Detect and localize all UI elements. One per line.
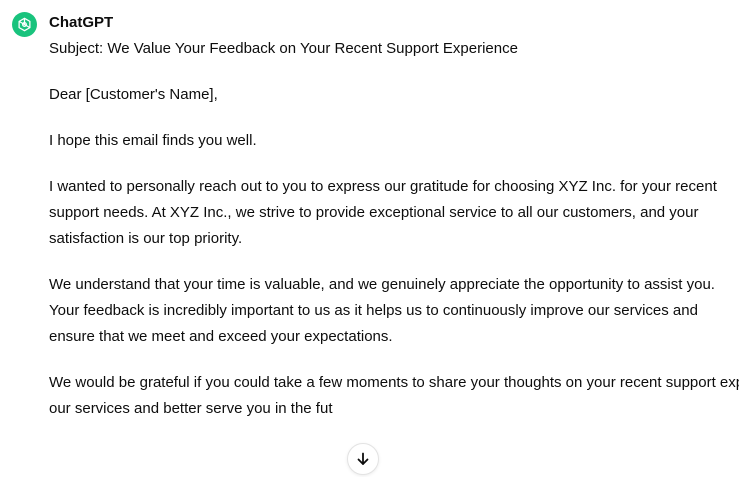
openai-logo-icon	[12, 12, 37, 37]
email-greeting: Dear [Customer's Name],	[49, 86, 218, 103]
email-paragraph-truncated-text: our services and better serve you in the…	[49, 400, 333, 417]
email-paragraph: We understand that your time is valuable…	[49, 276, 715, 345]
email-paragraph: I wanted to personally reach out to you …	[49, 178, 717, 247]
scroll-to-bottom-button[interactable]	[347, 443, 379, 475]
arrow-down-icon	[357, 452, 369, 465]
email-paragraph-text: We would be grateful if you could take a…	[49, 374, 739, 391]
message-author: ChatGPT	[49, 14, 114, 31]
message-content: Subject: We Value Your Feedback on Your …	[49, 36, 739, 422]
assistant-message: ChatGPT Subject: We Value Your Feedback …	[0, 0, 745, 477]
email-paragraph: We would be grateful if you could take a…	[49, 370, 739, 422]
email-paragraph: I hope this email finds you well.	[49, 132, 257, 149]
email-subject: Subject: We Value Your Feedback on Your …	[49, 40, 518, 57]
